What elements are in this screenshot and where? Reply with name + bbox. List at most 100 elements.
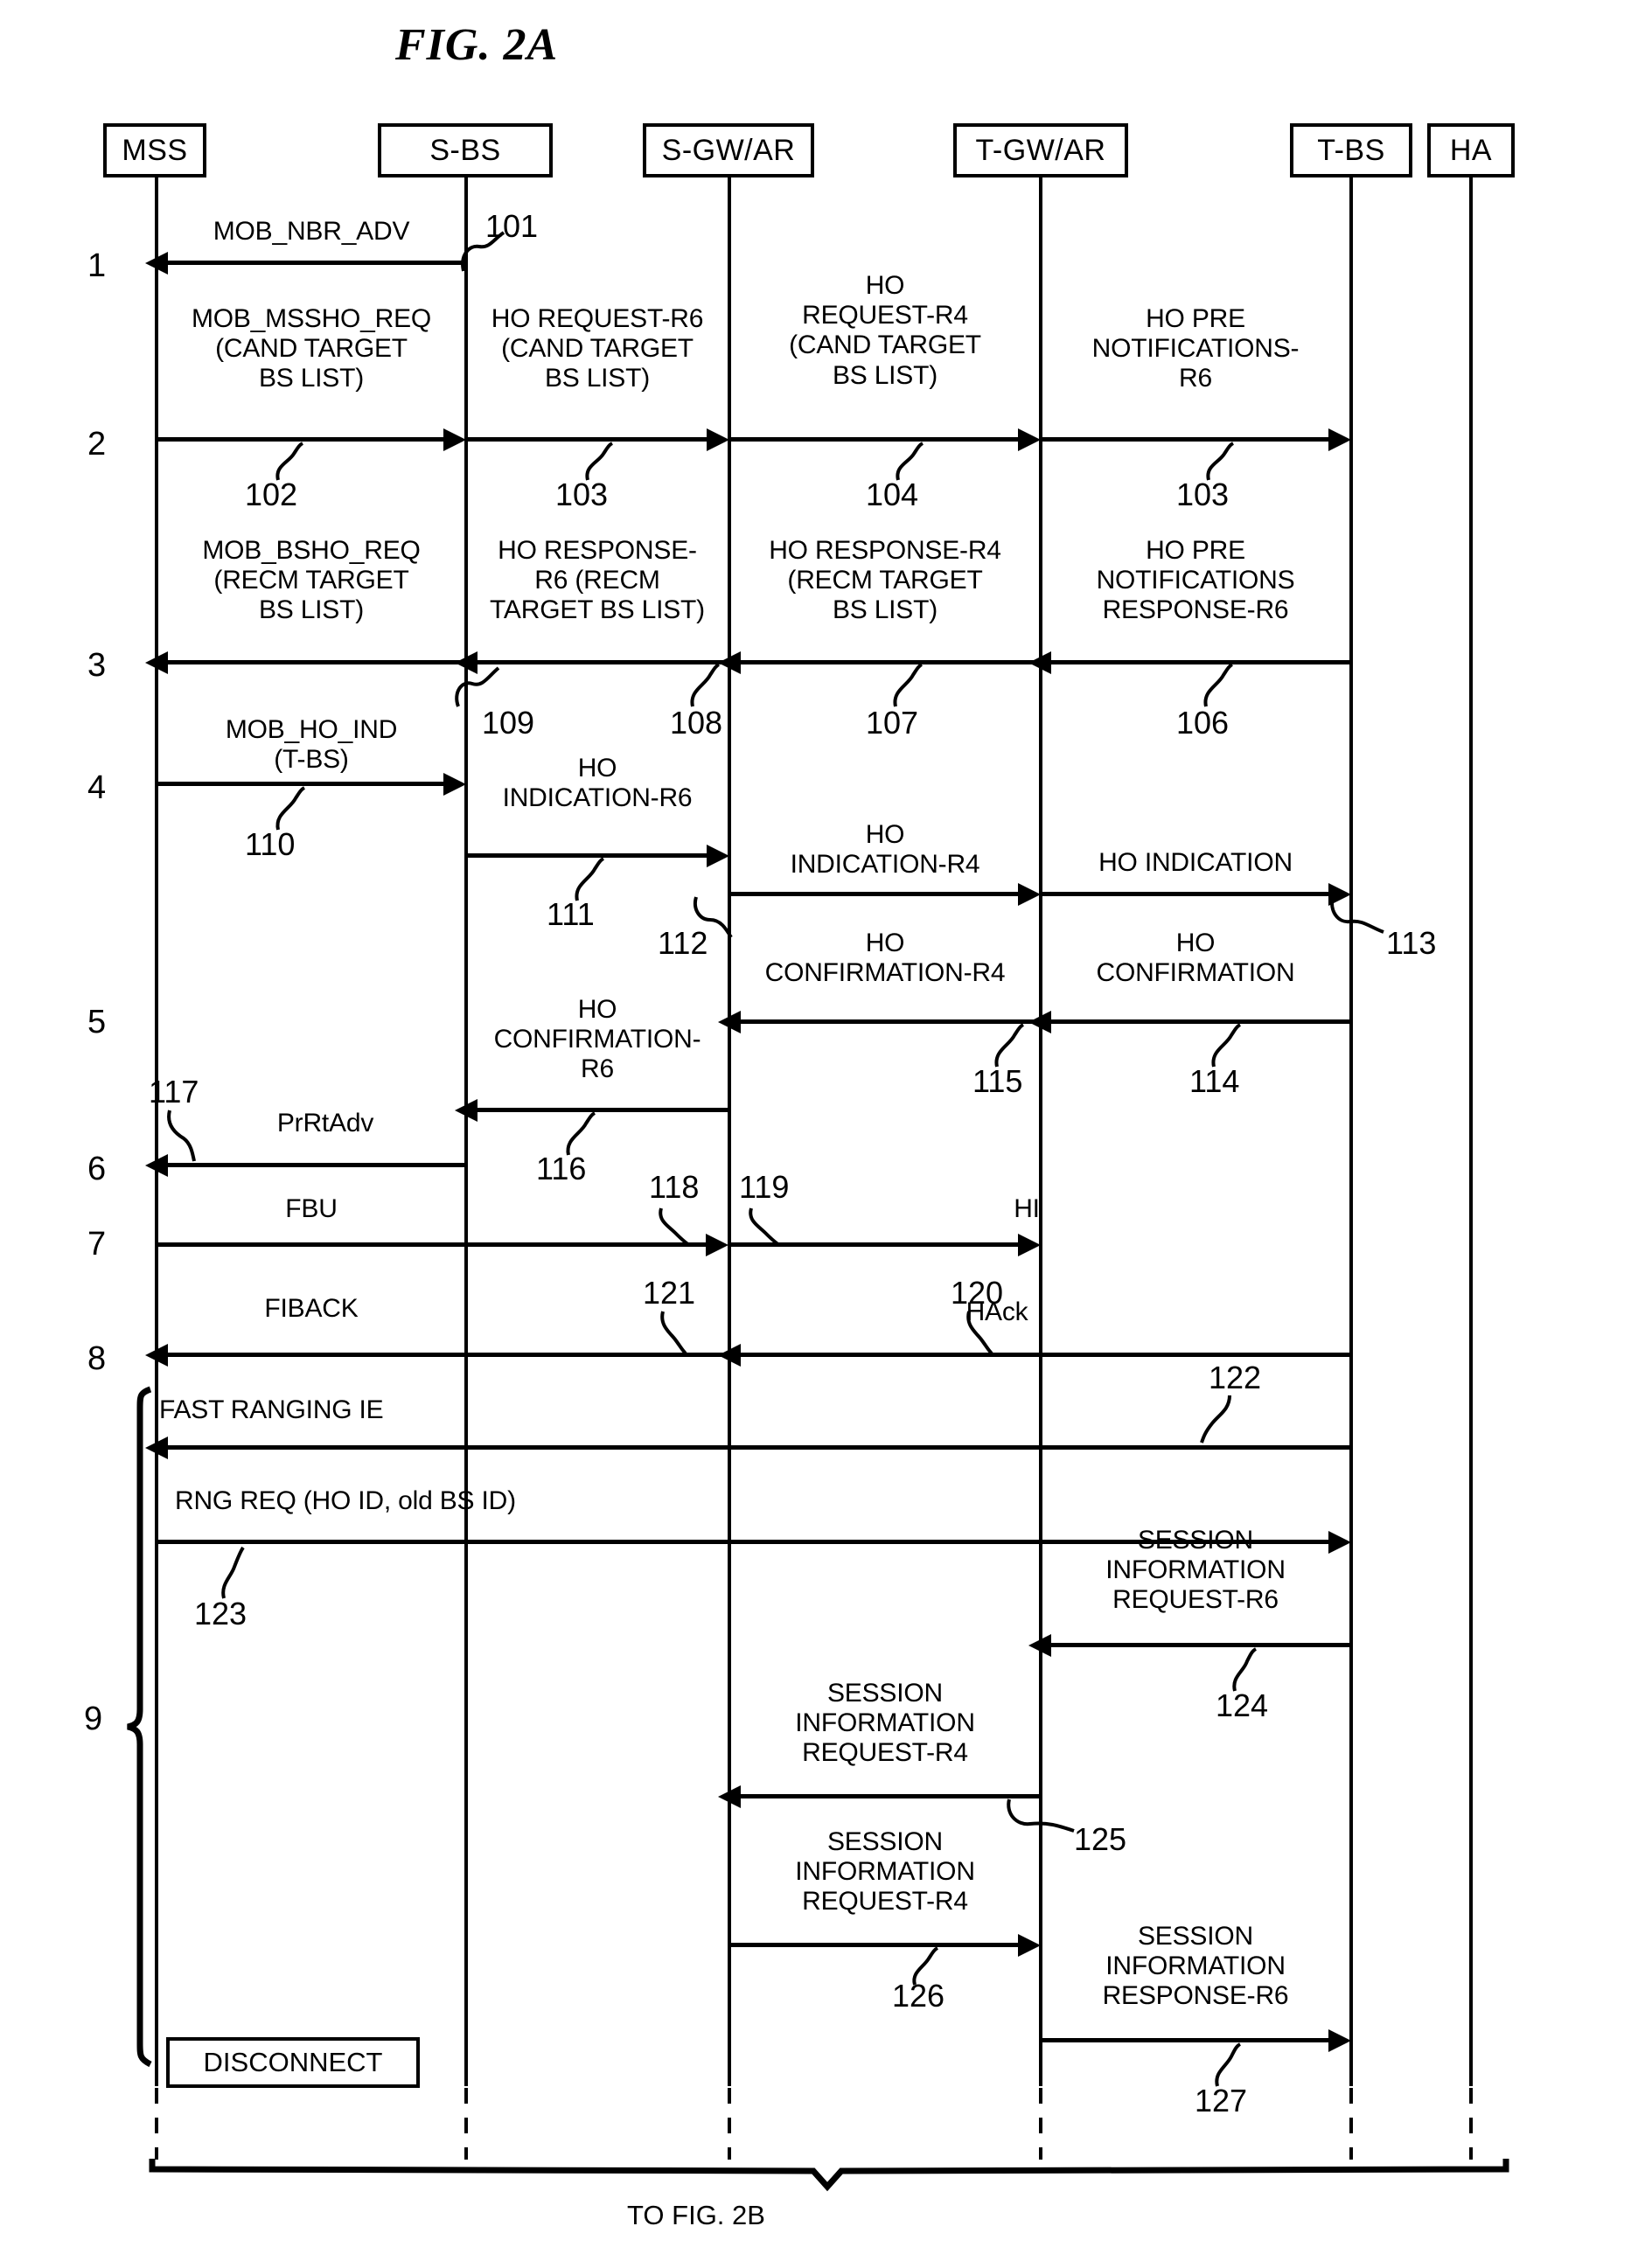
step-number-4: 4 (87, 769, 107, 806)
ref-numeral-123: 123 (194, 1596, 247, 1631)
leader-line-123 (221, 1546, 245, 1599)
leader-line-116 (566, 1111, 596, 1156)
ref-numeral-108: 108 (670, 705, 723, 741)
leader-line-102 (275, 442, 304, 481)
continuation-caption: TO FIG. 2B (627, 2200, 765, 2230)
leader-line-121 (660, 1311, 687, 1355)
arrowhead-fast-ranging-ie (145, 1437, 168, 1459)
leader-line-127 (1215, 2042, 1242, 2087)
arrowhead-ho-confirmation (1028, 1011, 1051, 1033)
message-arrow-session-info-request-r4-a (741, 1794, 1041, 1798)
patent-figure-2a: FIG. 2A MSS S-BS S-GW/AR T-GW/AR T-BS HA… (0, 0, 1652, 2268)
message-arrow-ho-pre-notifications-r6 (1041, 437, 1328, 442)
arrowhead-hi (1018, 1234, 1041, 1256)
lifeline-tail-mss (155, 2088, 158, 2160)
leader-line-108 (690, 663, 721, 707)
leader-line-103b (1206, 442, 1235, 481)
step-number-7: 7 (87, 1226, 107, 1263)
arrowhead-session-info-response-r6 (1328, 2029, 1351, 2052)
entity-box-ha: HA (1427, 123, 1515, 177)
leader-line-115 (994, 1023, 1025, 1068)
entity-box-s-bs: S-BS (378, 123, 553, 177)
arrowhead-hack (718, 1344, 741, 1367)
disconnect-box: DISCONNECT (166, 2037, 420, 2088)
arrowhead-ho-indication-r4 (1018, 883, 1041, 906)
leader-line-122 (1200, 1395, 1231, 1444)
lifeline-ha (1469, 177, 1473, 2086)
arrowhead-session-info-request-r6 (1028, 1634, 1051, 1657)
message-arrow-ho-request-r4 (729, 437, 1018, 442)
step-number-9: 9 (84, 1701, 103, 1737)
message-arrow-ho-indication (1041, 892, 1328, 896)
arrowhead-ho-indication-r6 (707, 845, 729, 867)
leader-line-103a (585, 442, 614, 481)
message-arrow-fbu (157, 1242, 706, 1247)
arrowhead-mob-nbr-adv (145, 252, 168, 275)
figure-title: FIG. 2A (395, 20, 559, 70)
message-label-ho-request-r6: HO REQUEST-R6 (CAND TARGET BS LIST) (491, 304, 704, 393)
ref-numeral-119: 119 (739, 1169, 790, 1205)
leader-line-110 (275, 786, 306, 831)
step-number-6: 6 (87, 1151, 107, 1187)
message-label-session-info-request-r4-a: SESSION INFORMATION REQUEST-R4 (795, 1679, 975, 1768)
message-arrow-mob-nbr-adv (168, 261, 466, 265)
ref-numeral-114: 114 (1189, 1063, 1240, 1099)
leader-line-119 (749, 1207, 781, 1247)
arrowhead-ho-pre-notifications-r6 (1328, 428, 1351, 451)
ref-numeral-115: 115 (972, 1063, 1023, 1099)
step-number-2: 2 (87, 426, 107, 463)
lifeline-s-bs (464, 177, 468, 2086)
ref-numeral-122: 122 (1209, 1360, 1262, 1395)
message-arrow-mob-bsho-req (168, 660, 466, 664)
ref-numeral-118: 118 (649, 1169, 700, 1205)
ref-numeral-124: 124 (1216, 1687, 1269, 1723)
ref-numeral-110: 110 (245, 826, 296, 862)
message-label-ho-request-r4: HO REQUEST-R4 (CAND TARGET BS LIST) (789, 271, 981, 390)
message-arrow-session-info-request-r6 (1051, 1643, 1351, 1647)
continuation-bracket (149, 2159, 1509, 2192)
message-label-ho-pre-notifications-response-r6: HO PRE NOTIFICATIONS RESPONSE-R6 (1096, 536, 1295, 625)
message-label-ho-response-r6: HO RESPONSE- R6 (RECM TARGET BS LIST) (490, 536, 705, 625)
ref-numeral-106: 106 (1176, 705, 1230, 741)
arrowhead-prrtadv (145, 1154, 168, 1177)
step-number-8: 8 (87, 1340, 107, 1377)
lifeline-t-bs (1349, 177, 1353, 2086)
ref-numeral-113: 113 (1386, 925, 1437, 961)
message-label-mob-nbr-adv: MOB_NBR_ADV (213, 217, 410, 246)
message-label-rng-req: RNG REQ (HO ID, old BS ID) (175, 1486, 516, 1515)
leader-line-106 (1203, 663, 1234, 707)
leader-line-107 (893, 663, 924, 707)
message-label-prrtadv: PrRtAdv (276, 1109, 374, 1137)
leader-line-109 (455, 666, 500, 707)
arrowhead-mob-mssho-req (443, 428, 466, 451)
ref-numeral-121: 121 (643, 1275, 696, 1311)
arrowhead-mob-ho-ind (443, 773, 466, 796)
leader-line-111 (575, 857, 605, 901)
arrowhead-fiback (145, 1344, 168, 1367)
lifeline-tail-s-gw-ar (728, 2088, 731, 2160)
message-arrow-ho-indication-r4 (729, 892, 1018, 896)
ref-numeral-107: 107 (866, 705, 919, 741)
message-arrow-session-info-response-r6 (1041, 2038, 1328, 2042)
message-label-fast-ranging-ie: FAST RANGING IE (159, 1395, 384, 1424)
message-label-session-info-request-r4-b: SESSION INFORMATION REQUEST-R4 (795, 1827, 975, 1917)
message-label-ho-pre-notifications-r6: HO PRE NOTIFICATIONS- R6 (1091, 304, 1300, 393)
arrowhead-fbu (706, 1234, 728, 1256)
message-arrow-fast-ranging-ie (168, 1445, 1350, 1450)
message-arrow-fiback (168, 1353, 729, 1357)
message-arrow-ho-confirmation-r6 (477, 1108, 729, 1112)
message-label-mob-mssho-req: MOB_MSSHO_REQ (CAND TARGET BS LIST) (191, 304, 432, 393)
ref-numeral-117: 117 (149, 1074, 199, 1110)
lifeline-tail-t-bs (1349, 2088, 1353, 2160)
entity-box-t-bs: T-BS (1290, 123, 1412, 177)
step-9-brace (127, 1386, 152, 2068)
message-arrow-session-info-request-r4-b (729, 1943, 1018, 1947)
leader-line-104 (896, 442, 924, 481)
ref-numeral-109: 109 (482, 705, 535, 741)
arrowhead-mob-bsho-req (145, 651, 168, 674)
message-label-ho-indication: HO INDICATION (1098, 848, 1293, 877)
message-label-fiback: FIBACK (264, 1294, 359, 1323)
message-label-session-info-request-r6: SESSION INFORMATION REQUEST-R6 (1105, 1526, 1286, 1615)
entity-box-t-gw-ar: T-GW/AR (953, 123, 1128, 177)
message-label-ho-confirmation-r6: HO CONFIRMATION- R6 (493, 995, 701, 1084)
